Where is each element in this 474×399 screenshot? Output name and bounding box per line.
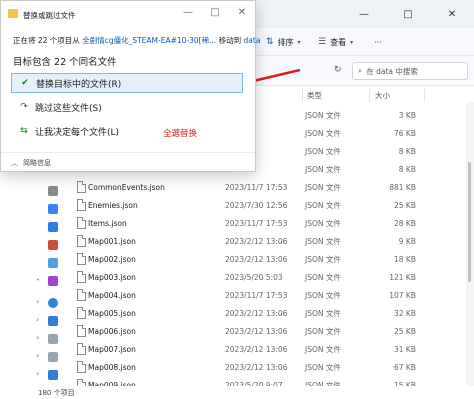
maximize-button[interactable]: □ (206, 7, 224, 18)
move-prefix: 正在将 22 个项目从 (13, 36, 80, 45)
skip-files-option[interactable]: ↷ 跳过这些文件(S) (11, 97, 243, 117)
dialog-titlebar: 替换或跳过文件 — □ ✕ (1, 1, 255, 27)
skip-icon: ↷ (20, 102, 28, 112)
folder-icon (8, 9, 18, 18)
destination-folder-link[interactable]: data (244, 36, 261, 45)
move-mid: 移动到 (218, 36, 242, 45)
skip-files-label: 跳过这些文件(S) (35, 103, 102, 114)
move-progress-text: 正在将 22 个项目从 全剧情cg僵化_STEAM-EA#10-30[稀... … (13, 35, 260, 46)
chevron-up-icon: ︿ (11, 159, 18, 167)
dialog-divider (1, 152, 255, 153)
fewer-details-toggle[interactable]: ︿ 简略信息 (11, 158, 51, 168)
decide-each-file-option[interactable]: ⇆ 让我决定每个文件(L) (11, 121, 243, 141)
red-annotation-text: 全選替换 (163, 129, 198, 139)
source-folder-link[interactable]: 全剧情cg僵化_STEAM-EA#10-30[稀... (82, 36, 216, 45)
fewer-details-label: 简略信息 (23, 159, 51, 167)
conflict-heading: 目标包含 22 个同名文件 (13, 57, 117, 68)
replace-files-option[interactable]: ✔ 替换目标中的文件(R) (11, 73, 243, 93)
dialog-title: 替换或跳过文件 (23, 11, 76, 20)
replace-files-label: 替换目标中的文件(R) (36, 79, 122, 90)
decide-icon: ⇆ (20, 126, 28, 136)
replace-or-skip-dialog: 替换或跳过文件 — □ ✕ 正在将 22 个项目从 全剧情cg僵化_STEAM-… (0, 0, 260, 172)
minimize-button[interactable]: — (179, 7, 197, 18)
close-button[interactable]: ✕ (233, 7, 251, 18)
checkmark-icon: ✔ (21, 78, 29, 88)
decide-each-file-label: 让我决定每个文件(L) (35, 127, 120, 138)
